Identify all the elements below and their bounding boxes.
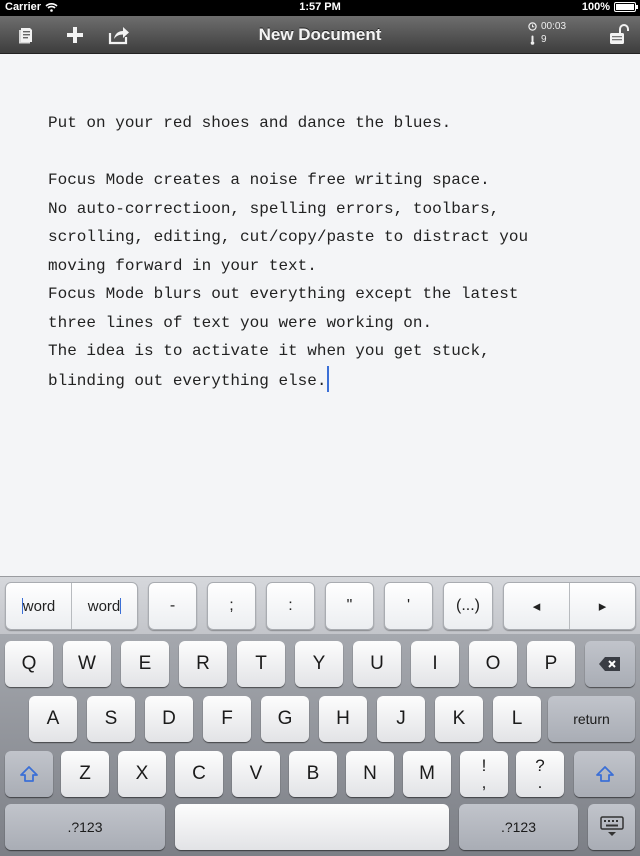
word-navigation-key: word word bbox=[5, 582, 138, 630]
document-text[interactable]: Put on your red shoes and dance the blue… bbox=[48, 109, 618, 394]
text-line: moving forward in your text. bbox=[48, 256, 317, 275]
question-label: ? bbox=[535, 756, 545, 775]
exclamation-comma-key[interactable]: !, bbox=[460, 751, 508, 797]
key-y[interactable]: Y bbox=[295, 641, 343, 687]
backspace-icon bbox=[599, 657, 620, 671]
focus-lock-icon bbox=[610, 24, 629, 44]
colon-key[interactable]: : bbox=[266, 582, 315, 630]
editor-area[interactable]: Put on your red shoes and dance the blue… bbox=[0, 54, 640, 576]
battery-icon bbox=[614, 2, 638, 12]
word-right-label: word bbox=[87, 597, 121, 615]
timer-row: 00:03 bbox=[528, 20, 566, 33]
parentheses-key[interactable]: (...) bbox=[443, 582, 493, 630]
text-line-last: blinding out everything else. bbox=[48, 365, 618, 395]
semicolon-key[interactable]: ; bbox=[207, 582, 256, 630]
key-w[interactable]: W bbox=[63, 641, 111, 687]
documents-button[interactable] bbox=[12, 21, 40, 49]
last-line-text: blinding out everything else. bbox=[48, 371, 327, 390]
key-x[interactable]: X bbox=[118, 751, 166, 797]
key-z[interactable]: Z bbox=[61, 751, 109, 797]
word-left-label: word bbox=[22, 597, 56, 615]
shift-left-key[interactable] bbox=[5, 751, 53, 797]
key-o[interactable]: O bbox=[469, 641, 517, 687]
key-s[interactable]: S bbox=[87, 696, 135, 742]
key-n[interactable]: N bbox=[346, 751, 394, 797]
text-line: three lines of text you were working on. bbox=[48, 313, 433, 332]
previous-word-button[interactable]: word bbox=[6, 583, 71, 629]
thermometer-icon bbox=[530, 35, 535, 45]
clock-icon bbox=[528, 22, 537, 31]
key-a[interactable]: A bbox=[29, 696, 77, 742]
shift-icon bbox=[595, 766, 614, 782]
arrow-right-icon: ▸ bbox=[598, 598, 607, 615]
key-d[interactable]: D bbox=[145, 696, 193, 742]
single-quote-key[interactable]: ' bbox=[384, 582, 433, 630]
cursor-left-button[interactable]: ◂ bbox=[504, 583, 569, 629]
comma-label: , bbox=[481, 773, 487, 792]
numbers-key-left[interactable]: .?123 bbox=[5, 804, 165, 850]
key-t[interactable]: T bbox=[237, 641, 285, 687]
keyboard: Q W E R T Y U I O P A S D F G H J K L re… bbox=[0, 634, 640, 856]
document-title: New Document bbox=[258, 25, 382, 44]
extra-key-row: word word - ; : " ' (...) ◂ ▸ bbox=[0, 576, 640, 634]
key-h[interactable]: H bbox=[319, 696, 367, 742]
dash-key[interactable]: - bbox=[148, 582, 197, 630]
text-line: Focus Mode blurs out everything except t… bbox=[48, 285, 519, 303]
share-button[interactable] bbox=[105, 21, 133, 49]
key-j[interactable]: J bbox=[377, 696, 425, 742]
text-line: scrolling, editing, cut/copy/paste to di… bbox=[48, 228, 529, 246]
status-bar: Carrier 1:57 PM 100% bbox=[0, 0, 640, 16]
hide-keyboard-key[interactable] bbox=[588, 804, 635, 850]
focus-mode-button[interactable] bbox=[604, 21, 634, 49]
text-caret bbox=[327, 365, 330, 392]
word-count-row: 9 bbox=[528, 33, 566, 46]
text-line bbox=[48, 138, 618, 167]
key-v[interactable]: V bbox=[232, 751, 280, 797]
return-key[interactable]: return bbox=[548, 696, 635, 742]
next-word-button[interactable]: word bbox=[71, 583, 137, 629]
period-label: . bbox=[537, 773, 543, 792]
document-stats: 00:03 9 bbox=[528, 20, 566, 46]
key-k[interactable]: K bbox=[435, 696, 483, 742]
text-line: Put on your red shoes and dance the blue… bbox=[48, 114, 452, 132]
battery-indicator: 100% bbox=[581, 1, 638, 13]
cursor-mark bbox=[120, 598, 122, 614]
word-count: 9 bbox=[541, 34, 547, 45]
key-g[interactable]: G bbox=[261, 696, 309, 742]
documents-icon bbox=[19, 28, 32, 44]
text-line: The idea is to activate it when you get … bbox=[48, 342, 490, 360]
session-timer: 00:03 bbox=[541, 21, 567, 32]
text-line: No auto-correctioon, spelling errors, to… bbox=[48, 199, 500, 218]
double-quote-key[interactable]: " bbox=[325, 582, 374, 630]
share-icon bbox=[108, 27, 129, 45]
shift-icon bbox=[20, 766, 38, 782]
clock: 1:57 PM bbox=[299, 1, 341, 13]
cursor-arrow-key: ◂ ▸ bbox=[503, 582, 636, 630]
key-p[interactable]: P bbox=[527, 641, 575, 687]
arrow-left-icon: ◂ bbox=[532, 598, 541, 615]
exclamation-label: ! bbox=[481, 756, 487, 775]
toolbar: New Document 00:03 9 bbox=[0, 16, 640, 54]
backspace-key[interactable] bbox=[585, 641, 635, 687]
key-u[interactable]: U bbox=[353, 641, 401, 687]
key-b[interactable]: B bbox=[289, 751, 337, 797]
keyboard-dismiss-icon bbox=[599, 816, 624, 836]
battery-percent: 100% bbox=[581, 1, 610, 13]
key-r[interactable]: R bbox=[179, 641, 227, 687]
key-q[interactable]: Q bbox=[5, 641, 53, 687]
plus-icon bbox=[67, 27, 83, 43]
shift-right-key[interactable] bbox=[574, 751, 635, 797]
question-period-key[interactable]: ?. bbox=[516, 751, 564, 797]
numbers-key-right[interactable]: .?123 bbox=[459, 804, 578, 850]
new-document-button[interactable] bbox=[61, 21, 89, 49]
space-bar[interactable] bbox=[175, 804, 449, 850]
key-e[interactable]: E bbox=[121, 641, 169, 687]
key-l[interactable]: L bbox=[493, 696, 541, 742]
key-c[interactable]: C bbox=[175, 751, 223, 797]
text-line: Focus Mode creates a noise free writing … bbox=[48, 171, 490, 189]
key-m[interactable]: M bbox=[403, 751, 451, 797]
cursor-right-button[interactable]: ▸ bbox=[569, 583, 635, 629]
key-f[interactable]: F bbox=[203, 696, 251, 742]
key-i[interactable]: I bbox=[411, 641, 459, 687]
